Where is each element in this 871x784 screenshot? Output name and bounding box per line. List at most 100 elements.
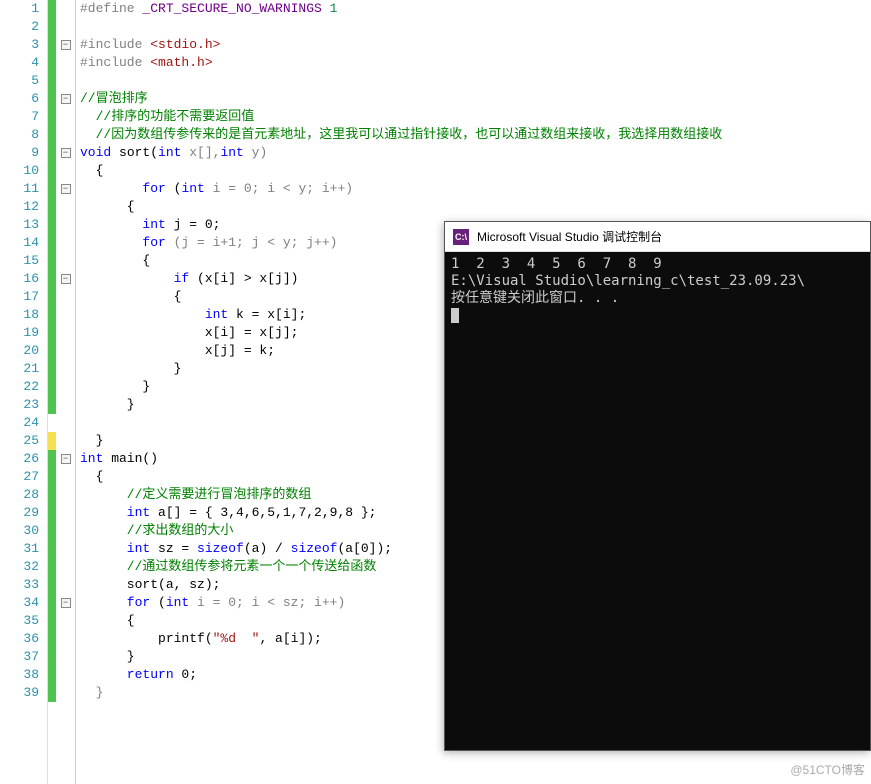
change-marker-strip	[48, 0, 56, 784]
token-keyword: int	[80, 505, 150, 520]
line-number: 4	[0, 54, 39, 72]
fold-minus-icon[interactable]: −	[61, 274, 71, 284]
token-brace: }	[80, 433, 103, 448]
token: i = 0; i < sz; i++)	[189, 595, 345, 610]
token-brace: }	[80, 361, 181, 376]
token-keyword: int	[80, 217, 166, 232]
fold-row	[56, 504, 75, 522]
fold-row[interactable]: −	[56, 270, 75, 288]
line-number: 25	[0, 432, 39, 450]
token: (a) /	[244, 541, 291, 556]
console-output[interactable]: 1 2 3 4 5 6 7 8 9 E:\Visual Studio\learn…	[445, 252, 870, 750]
token-brace: {	[80, 253, 150, 268]
fold-minus-icon[interactable]: −	[61, 94, 71, 104]
token-header: <stdio.h>	[142, 37, 220, 52]
token-keyword: sizeof	[197, 541, 244, 556]
token: x[j] = k;	[80, 343, 275, 358]
fold-row	[56, 396, 75, 414]
line-number: 14	[0, 234, 39, 252]
change-marker	[48, 270, 56, 288]
line-number: 5	[0, 72, 39, 90]
fold-row[interactable]: −	[56, 90, 75, 108]
fold-row	[56, 414, 75, 432]
change-marker	[48, 0, 56, 18]
line-number: 7	[0, 108, 39, 126]
fold-minus-icon[interactable]: −	[61, 598, 71, 608]
line-number: 27	[0, 468, 39, 486]
token: x[i] = x[j];	[80, 325, 298, 340]
token-header: <math.h>	[142, 55, 212, 70]
fold-row	[56, 108, 75, 126]
token-brace: {	[80, 289, 181, 304]
fold-row	[56, 18, 75, 36]
fold-row[interactable]: −	[56, 144, 75, 162]
line-number: 38	[0, 666, 39, 684]
fold-gutter: − − − − − − −	[56, 0, 76, 784]
token-brace: }	[80, 649, 135, 664]
console-line: E:\Visual Studio\learning_c\test_23.09.2…	[451, 273, 805, 289]
line-number: 1	[0, 0, 39, 18]
line-number: 37	[0, 648, 39, 666]
change-marker	[48, 288, 56, 306]
fold-row	[56, 234, 75, 252]
fold-minus-icon[interactable]: −	[61, 40, 71, 50]
fold-row	[56, 540, 75, 558]
cursor-icon	[451, 308, 459, 323]
fold-minus-icon[interactable]: −	[61, 148, 71, 158]
token-string: "%d "	[213, 631, 260, 646]
token-keyword: int	[220, 145, 243, 160]
token-keyword: int	[80, 541, 150, 556]
fold-row[interactable]: −	[56, 450, 75, 468]
console-titlebar[interactable]: C:\ Microsoft Visual Studio 调试控制台	[445, 222, 870, 252]
line-number: 22	[0, 378, 39, 396]
watermark-text: @51CTO博客	[790, 761, 865, 778]
token: (x[i] > x[j])	[189, 271, 298, 286]
line-number: 34	[0, 594, 39, 612]
change-marker	[48, 378, 56, 396]
fold-row[interactable]: −	[56, 594, 75, 612]
change-marker	[48, 324, 56, 342]
fold-row	[56, 648, 75, 666]
fold-row[interactable]: −	[56, 180, 75, 198]
token-param: x[],	[181, 145, 220, 160]
line-number: 26	[0, 450, 39, 468]
change-marker	[48, 432, 56, 450]
change-marker	[48, 522, 56, 540]
token-keyword: void	[80, 145, 111, 160]
fold-row	[56, 0, 75, 18]
fold-minus-icon[interactable]: −	[61, 454, 71, 464]
change-marker	[48, 36, 56, 54]
fold-row	[56, 126, 75, 144]
token-comment: //因为数组传参传来的是首元素地址，这里我可以通过指针接收，也可以通过数组来接收…	[80, 127, 722, 142]
change-marker	[48, 360, 56, 378]
fold-row	[56, 216, 75, 234]
token-keyword: int	[158, 145, 181, 160]
line-number: 3	[0, 36, 39, 54]
line-number: 9	[0, 144, 39, 162]
token-brace: }	[80, 685, 103, 700]
token: (a[0]);	[337, 541, 392, 556]
token-fn: sort(	[111, 145, 158, 160]
line-number: 8	[0, 126, 39, 144]
line-number: 32	[0, 558, 39, 576]
token-brace: {	[80, 613, 135, 628]
token-keyword: int	[80, 451, 103, 466]
change-marker	[48, 558, 56, 576]
change-marker	[48, 198, 56, 216]
line-number-gutter: 1 2 3 4 5 6 7 8 9 10 11 12 13 14 15 16 1…	[0, 0, 48, 784]
fold-row	[56, 468, 75, 486]
token: (	[166, 181, 182, 196]
change-marker	[48, 234, 56, 252]
fold-minus-icon[interactable]: −	[61, 184, 71, 194]
line-number: 19	[0, 324, 39, 342]
change-marker	[48, 612, 56, 630]
token: k = x[i];	[228, 307, 306, 322]
fold-row	[56, 630, 75, 648]
token: printf(	[80, 631, 213, 646]
debug-console-window[interactable]: C:\ Microsoft Visual Studio 调试控制台 1 2 3 …	[444, 221, 871, 751]
change-marker	[48, 54, 56, 72]
token-brace: }	[80, 397, 135, 412]
fold-row	[56, 198, 75, 216]
line-number: 12	[0, 198, 39, 216]
fold-row[interactable]: −	[56, 36, 75, 54]
